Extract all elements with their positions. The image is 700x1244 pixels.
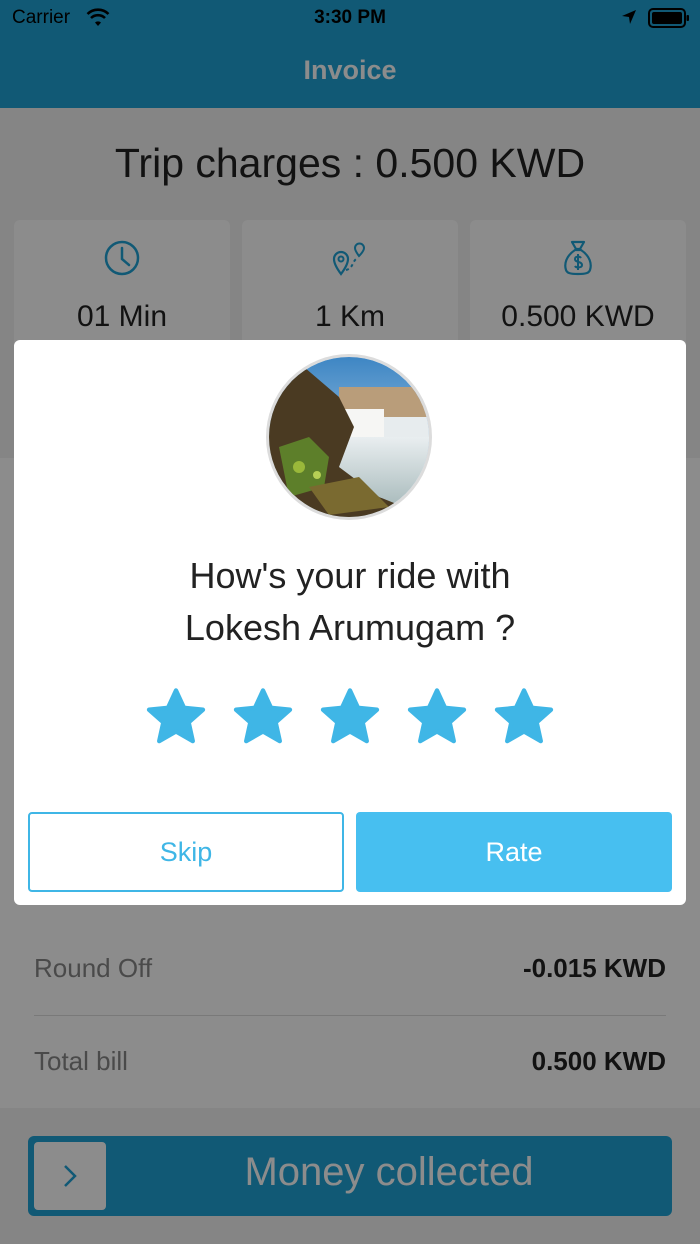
star-icon-2[interactable]: [230, 685, 296, 751]
rating-dialog: How's your ride with Lokesh Arumugam ? S…: [14, 340, 686, 905]
rating-prompt: How's your ride with Lokesh Arumugam ?: [14, 550, 686, 654]
star-icon-5[interactable]: [491, 685, 557, 751]
rating-prompt-line1: How's your ride with: [189, 555, 511, 596]
star-icon-3[interactable]: [317, 685, 383, 751]
star-icon-1[interactable]: [143, 685, 209, 751]
rating-prompt-line2: Lokesh Arumugam ?: [184, 607, 516, 648]
driver-avatar: [266, 354, 432, 520]
invoice-screen: Carrier 3:30 PM Invoice Trip charges : 0…: [0, 0, 700, 1244]
star-rating: [14, 685, 686, 755]
skip-button[interactable]: Skip: [28, 812, 344, 892]
rate-button[interactable]: Rate: [356, 812, 672, 892]
avatar-photo: [269, 357, 429, 517]
star-icon-4[interactable]: [404, 685, 470, 751]
